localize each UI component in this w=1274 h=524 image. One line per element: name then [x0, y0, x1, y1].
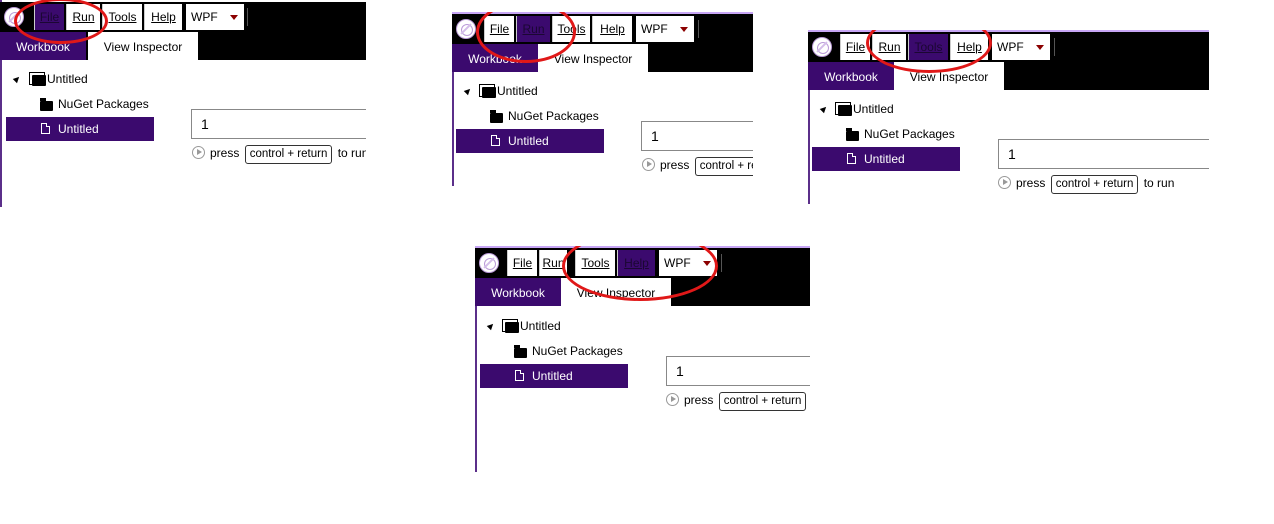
tree-item-untitled-selected[interactable]: Untitled	[812, 147, 960, 171]
tree-item-root[interactable]: Untitled	[463, 79, 615, 103]
document-icon	[515, 370, 524, 381]
play-icon[interactable]	[642, 158, 655, 171]
menu-file[interactable]: File	[840, 34, 870, 60]
tree-item-nuget-packages[interactable]: NuGet Packages	[846, 122, 976, 146]
menu-separator	[247, 8, 248, 26]
run-hint: press control + return to run	[998, 173, 1175, 194]
tree-item-label: NuGet Packages	[532, 344, 623, 358]
tree-item-untitled-selected[interactable]: Untitled	[480, 364, 628, 388]
tree-item-label: Untitled	[497, 84, 538, 98]
folder-icon	[490, 110, 503, 123]
tree-item-label: Untitled	[47, 72, 88, 86]
hint-prefix: press	[210, 146, 240, 160]
menu-separator	[1054, 38, 1055, 56]
tree-item-label: Untitled	[864, 152, 905, 166]
dropdown-caret-icon	[230, 15, 238, 20]
platform-select[interactable]: WPF	[992, 34, 1050, 60]
expander-icon[interactable]	[463, 86, 473, 96]
play-icon[interactable]	[998, 176, 1011, 189]
platform-select[interactable]: WPF	[186, 4, 244, 30]
folder-stack-icon	[479, 84, 496, 98]
tree-item-label: NuGet Packages	[58, 97, 149, 111]
tree-item-label: Untitled	[508, 134, 549, 148]
menu-help[interactable]: Help	[592, 16, 632, 42]
app-logo-icon	[456, 19, 476, 39]
hint-prefix: press	[660, 158, 690, 172]
document-icon	[41, 123, 50, 134]
shortcut-badge: control + return	[244, 145, 333, 164]
document-icon	[491, 135, 500, 146]
app-logo-icon	[479, 253, 499, 273]
platform-select-value: WPF	[191, 10, 218, 24]
screenshot-panel-tools: File Run Tools Help WPF Workbook View In…	[808, 30, 1209, 204]
tab-workbook[interactable]: Workbook	[475, 278, 561, 306]
expander-icon[interactable]	[486, 321, 496, 331]
shortcut-badge: control + return	[1050, 175, 1139, 194]
run-hint: press control + re	[642, 155, 753, 176]
hint-suffix: to run	[337, 146, 366, 160]
platform-select-value: WPF	[641, 22, 668, 36]
app-logo-icon	[812, 37, 832, 57]
tree-item-label: Untitled	[520, 319, 561, 333]
menu-file[interactable]: File	[507, 250, 537, 276]
tab-view-inspector[interactable]: View Inspector	[88, 32, 198, 60]
tree-item-root[interactable]: Untitled	[12, 67, 164, 91]
expander-icon[interactable]	[12, 74, 22, 84]
tab-workbook[interactable]: Workbook	[808, 62, 894, 90]
tree-item-nuget-packages[interactable]: NuGet Packages	[40, 92, 170, 116]
tree-item-label: Untitled	[853, 102, 894, 116]
tree-item-root[interactable]: Untitled	[486, 314, 638, 338]
tree-item-nuget-packages[interactable]: NuGet Packages	[490, 104, 620, 128]
play-icon[interactable]	[666, 393, 679, 406]
tree-item-nuget-packages[interactable]: NuGet Packages	[514, 339, 644, 363]
tree-item-label: NuGet Packages	[508, 109, 599, 123]
highlight-circle	[14, 0, 108, 44]
tree-item-label: Untitled	[58, 122, 99, 136]
tree-item-root[interactable]: Untitled	[819, 97, 971, 121]
screenshot-panel-file: File Run Tools Help WPF Workbook View In…	[0, 0, 366, 207]
play-icon[interactable]	[192, 146, 205, 159]
folder-stack-icon	[29, 72, 46, 86]
menu-separator	[721, 254, 722, 272]
tree-item-untitled-selected[interactable]: Untitled	[6, 117, 154, 141]
menu-tools[interactable]: Tools	[102, 4, 142, 30]
hint-suffix: to run	[1143, 176, 1175, 190]
editor-input[interactable]: 1	[641, 121, 753, 151]
platform-select-value: WPF	[997, 40, 1024, 54]
dropdown-caret-icon	[1036, 45, 1044, 50]
shortcut-badge: control + return	[718, 392, 807, 411]
editor-input[interactable]: 1	[191, 109, 366, 139]
expander-icon[interactable]	[819, 104, 829, 114]
folder-icon	[846, 128, 859, 141]
hint-prefix: press	[684, 393, 714, 407]
tree-item-label: Untitled	[532, 369, 573, 383]
screenshot-panel-run: File Run Tools Help WPF Workbook View In…	[452, 12, 753, 186]
folder-icon	[40, 98, 53, 111]
tabbar-filler	[1004, 62, 1209, 90]
tree-item-untitled-selected[interactable]: Untitled	[456, 129, 604, 153]
folder-icon	[514, 345, 527, 358]
run-hint: press control + return to run	[192, 143, 366, 164]
menu-separator	[698, 20, 699, 38]
tree-item-label: NuGet Packages	[864, 127, 955, 141]
hint-prefix: press	[1016, 176, 1046, 190]
folder-stack-icon	[502, 319, 519, 333]
shortcut-badge: control + re	[694, 157, 753, 176]
run-hint: press control + return	[666, 390, 808, 411]
dropdown-caret-icon	[680, 27, 688, 32]
document-icon	[847, 153, 856, 164]
folder-stack-icon	[835, 102, 852, 116]
editor-input[interactable]: 1	[666, 356, 810, 386]
platform-select[interactable]: WPF	[636, 16, 694, 42]
screenshot-panel-help: File Run Tools Help WPF Workbook View In…	[475, 246, 810, 472]
editor-input[interactable]: 1	[998, 139, 1209, 169]
menu-help[interactable]: Help	[144, 4, 182, 30]
